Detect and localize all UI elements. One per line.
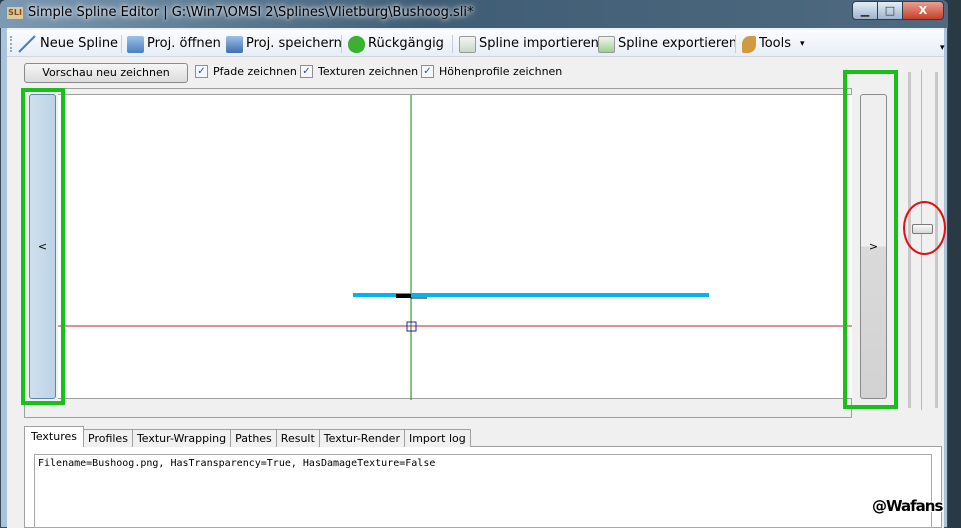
tab-profiles[interactable]: Profiles (83, 429, 133, 447)
toolbar-separator (452, 35, 453, 53)
tools-label: Tools (759, 36, 792, 51)
export-spline-label: Spline exportieren (618, 36, 738, 51)
title-bar[interactable]: SLI Simple Spline Editor | G:\Win7\OMSI … (0, 0, 948, 28)
draw-textures-checkbox[interactable]: ✓ Texturen zeichnen (300, 65, 418, 78)
checkbox-check: ✓ (421, 65, 434, 78)
highlight-box-right (843, 70, 898, 409)
window-title: Simple Spline Editor | G:\Win7\OMSI 2\Sp… (28, 5, 474, 20)
undo-icon (348, 35, 365, 53)
tab-textures[interactable]: Textures (24, 426, 84, 447)
toolbar-separator (121, 35, 122, 53)
checkbox-label: Höhenprofile zeichnen (439, 65, 563, 78)
toolbar-separator (735, 35, 736, 53)
new-spline-button[interactable]: Neue Spline (17, 34, 118, 54)
highlight-box-left (21, 88, 65, 405)
export-icon (598, 35, 615, 53)
close-button[interactable]: X (902, 1, 944, 20)
open-project-icon (127, 35, 144, 53)
tools-menu-button[interactable]: Tools ▾ (742, 34, 805, 54)
import-spline-button[interactable]: Spline importieren (459, 34, 599, 54)
tab-textur-wrapping[interactable]: Textur-Wrapping (131, 429, 232, 447)
highlight-circle (903, 201, 946, 255)
spline-drawing (58, 95, 852, 400)
chevron-down-icon: ▾ (800, 39, 805, 49)
tab-result[interactable]: Result (275, 429, 320, 447)
draw-paths-checkbox[interactable]: ✓ Pfade zeichnen (195, 65, 297, 78)
wrench-icon (742, 35, 756, 53)
tab-strip: Textures Profiles Textur-Wrapping Pathes… (24, 426, 471, 447)
minimize-button[interactable]: ▁ (852, 1, 878, 20)
toolbar-grip[interactable] (10, 36, 12, 52)
maximize-button[interactable]: □ (877, 1, 903, 20)
checkbox-label: Texturen zeichnen (318, 65, 419, 78)
checkbox-label: Pfade zeichnen (213, 65, 297, 78)
save-project-icon (226, 35, 243, 53)
tab-import-log[interactable]: Import log (403, 429, 471, 447)
import-icon (459, 35, 476, 53)
undo-button[interactable]: Rückgängig (348, 34, 444, 54)
toolbar-separator (341, 35, 342, 53)
preview-canvas[interactable] (58, 94, 852, 400)
app-icon: SLI (7, 7, 23, 19)
checkbox-check: ✓ (300, 65, 313, 78)
tab-textur-render[interactable]: Textur-Render (318, 429, 405, 447)
undo-label: Rückgängig (368, 36, 444, 51)
watermark: @Wafans (872, 497, 943, 515)
open-project-label: Proj. öffnen (147, 36, 221, 51)
export-spline-button[interactable]: Spline exportieren (598, 34, 737, 54)
spline-start-marker (396, 294, 411, 298)
line-icon (18, 35, 36, 53)
new-spline-label: Neue Spline (40, 36, 119, 51)
draw-height-profiles-checkbox[interactable]: ✓ Höhenprofile zeichnen (421, 65, 562, 78)
checkbox-check: ✓ (195, 65, 208, 78)
import-spline-label: Spline importieren (479, 36, 599, 51)
toolbar-overflow-button[interactable]: ▾ (940, 43, 945, 53)
save-project-label: Proj. speichern (246, 36, 342, 51)
redraw-preview-button[interactable]: Vorschau neu zeichnen (24, 63, 188, 83)
open-project-button[interactable]: Proj. öffnen (127, 34, 221, 54)
textures-textbox[interactable]: Filename=Bushoog.png, HasTransparency=Tr… (34, 454, 932, 528)
tab-pathes[interactable]: Pathes (230, 429, 277, 447)
save-project-button[interactable]: Proj. speichern (226, 34, 342, 54)
